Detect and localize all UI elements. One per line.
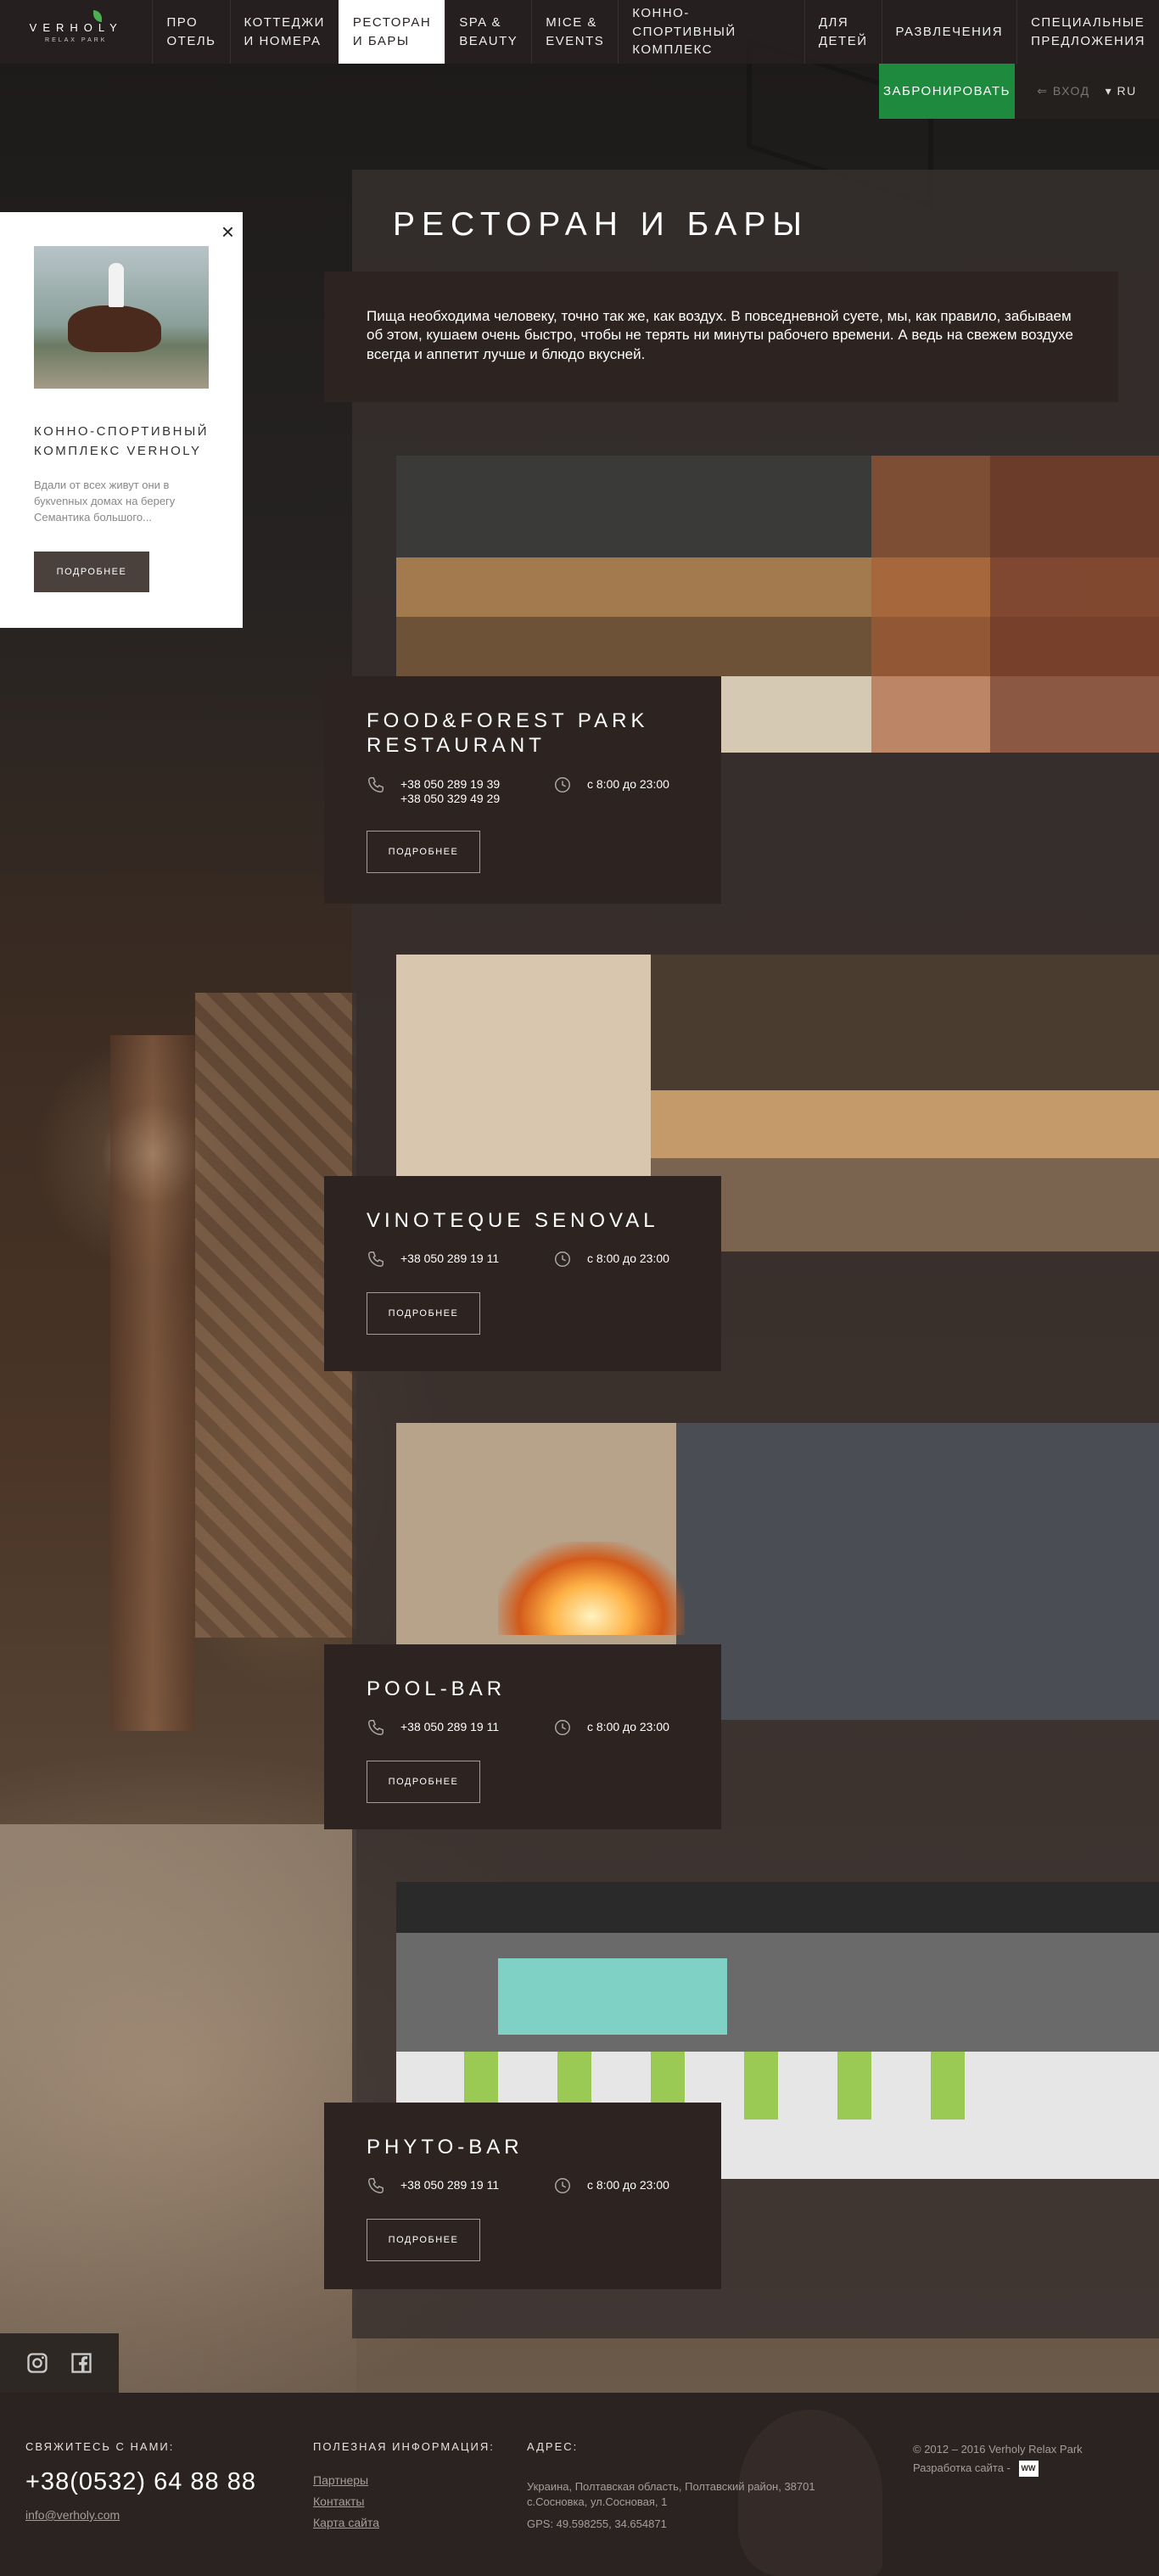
intro-text: Пища необходима человеку, точно так же, … [324,272,1118,402]
nav-item-mice[interactable]: MICE & EVENTS [531,0,618,64]
top-header: VERHOLY RELAX PARK ПРО ОТЕЛЬ КОТТЕДЖИ И … [0,0,1159,64]
phone-number[interactable]: +38 050 289 19 11 [400,2178,553,2193]
footer-address-heading: АДРЕС: [527,2440,579,2453]
footer-useful-info: ПОЛЕЗНАЯ ИНФОРМАЦИЯ: Партнеры Контакты К… [313,2440,495,2529]
restaurant-contacts: +38 050 289 19 39 +38 050 329 49 29 с 8:… [367,777,721,807]
nav-item-entertainment[interactable]: РАЗВЛЕЧЕНИЯ [881,0,1017,64]
page-title: РЕСТОРАН И БАРЫ [393,206,809,243]
phone-list: +38 050 289 19 11 [400,1252,553,1267]
chevron-down-icon: ▾ [1105,84,1113,98]
login-arrow-icon: ⇐ [1037,84,1049,98]
background-copper-column [110,1035,195,1731]
phone-icon [368,776,384,792]
fireplace-flame [498,1542,685,1635]
background-floor [0,1824,356,2393]
footer-useful-heading: ПОЛЕЗНАЯ ИНФОРМАЦИЯ: [313,2440,495,2453]
footer-address: АДРЕС: Украина, Полтавская область, Полт… [527,2440,849,2530]
copyright-text: © 2012 – 2016 Verholy Relax Park [913,2443,1083,2456]
developer-logo[interactable]: WW [1018,2461,1039,2478]
promo-image [34,246,209,389]
clock-icon [555,1252,570,1268]
restaurant-card: VINOTEQUE SENOVAL +38 050 289 19 11 с 8:… [324,1176,721,1371]
phone-number[interactable]: +38 050 289 19 11 [400,1252,553,1267]
opening-hours: с 8:00 до 23:00 [587,1252,669,1266]
promo-title: КОННО-СПОРТИВНЫЙ КОМПЛЕКС VERHOLY [34,424,210,458]
opening-hours: с 8:00 до 23:00 [587,1720,669,1734]
language-select[interactable]: ▾ RU [1106,84,1137,98]
auth-lang-box: ⇐ ВХОД ▾ RU [1015,64,1159,119]
footer: СВЯЖИТЕСЬ С НАМИ: +38(0532) 64 88 88 inf… [0,2393,1159,2576]
phone-icon [368,1252,384,1268]
phone-number[interactable]: +38 050 289 19 39 [400,777,553,792]
login-label: ВХОД [1052,84,1090,98]
phone-list: +38 050 289 19 39 +38 050 329 49 29 [400,777,553,807]
nav-item-equestrian[interactable]: КОННО-СПОРТИВНЫЙ КОМПЛЕКС [618,0,804,64]
restaurant-title: FOOD&FOREST PARK RESTAURANT [367,709,649,758]
restaurant-title: VINOTEQUE SENOVAL [367,1209,659,1232]
social-bar [0,2333,119,2393]
restaurant-contacts: +38 050 289 19 11 с 8:00 до 23:00 [367,1720,721,1737]
language-label: RU [1117,84,1137,98]
developer-label: Разработка сайта - [913,2461,1011,2475]
phone-number[interactable]: +38 050 289 19 11 [400,1720,553,1735]
restaurant-contacts: +38 050 289 19 11 с 8:00 до 23:00 [367,2178,721,2195]
clock-icon [555,2178,570,2194]
phone-list: +38 050 289 19 11 [400,1720,553,1735]
opening-hours: с 8:00 до 23:00 [587,776,669,791]
restaurant-more-button[interactable]: ПОДРОБНЕЕ [367,1761,480,1804]
footer-link-sitemap[interactable]: Карта сайта [313,2516,495,2529]
clock-icon [555,1720,570,1736]
promo-text: Вдали от всех живут они в букvenных дома… [34,479,176,524]
promo-card: × КОННО-СПОРТИВНЫЙ КОМПЛЕКС VERHOLY Вдал… [0,212,243,628]
nav-item-kids[interactable]: ДЛЯ ДЕТЕЙ [803,0,882,64]
phone-number[interactable]: +38 050 329 49 29 [400,792,553,807]
restaurant-contacts: +38 050 289 19 11 с 8:00 до 23:00 [367,1252,721,1268]
nav-item-about[interactable]: ПРО ОТЕЛЬ [152,0,229,64]
facebook-icon[interactable] [70,2351,93,2375]
rider-shape [109,263,124,307]
nav-item-special-offers[interactable]: СПЕЦИАЛЬНЫЕ ПРЕДЛОЖЕНИЯ [1016,0,1159,64]
footer-contact-heading: СВЯЖИТЕСЬ С НАМИ: [25,2440,175,2453]
restaurant-title: PHYTO-BAR [367,2136,524,2159]
restaurant-more-button[interactable]: ПОДРОБНЕЕ [367,830,480,873]
main-nav: ПРО ОТЕЛЬ КОТТЕДЖИ И НОМЕРА РЕСТОРАН И Б… [152,0,1159,64]
bar-counter [498,1958,727,2035]
logo[interactable]: VERHOLY RELAX PARK [0,0,152,64]
restaurant-more-button[interactable]: ПОДРОБНЕЕ [367,2219,480,2262]
footer-link-partners[interactable]: Партнеры [313,2473,495,2487]
phone-icon [368,2178,384,2194]
instagram-icon[interactable] [25,2351,49,2375]
nav-item-cottages[interactable]: КОТТЕДЖИ И НОМЕРА [229,0,339,64]
opening-hours: с 8:00 до 23:00 [587,2178,669,2192]
footer-copyright: © 2012 – 2016 Verholy Relax Park Разрабо… [913,2440,1083,2478]
horse-shape [68,305,161,352]
book-button[interactable]: ЗАБРОНИРОВАТЬ [879,64,1015,119]
promo-more-button[interactable]: ПОДРОБНЕЕ [34,551,149,592]
restaurant-card: FOOD&FOREST PARK RESTAURANT +38 050 289 … [324,676,721,904]
clock-icon [555,776,570,792]
phone-icon [368,1720,384,1736]
nav-item-restaurants[interactable]: РЕСТОРАН И БАРЫ [338,0,445,64]
footer-address-text: Украина, Полтавская область, Полтавский … [527,2480,815,2508]
restaurant-card: PHYTO-BAR +38 050 289 19 11 с 8:00 до 23… [324,2103,721,2289]
close-icon[interactable]: × [221,219,234,245]
restaurant-card: POOL-BAR +38 050 289 19 11 с 8:00 до 23:… [324,1644,721,1829]
developer-credit: Разработка сайта - WW [913,2459,1083,2478]
restaurant-title: POOL-BAR [367,1677,507,1700]
footer-link-contacts[interactable]: Контакты [313,2495,495,2508]
footer-gps: GPS: 49.598255, 34.654871 [527,2517,667,2531]
restaurant-more-button[interactable]: ПОДРОБНЕЕ [367,1292,480,1336]
footer-contact: СВЯЖИТЕСЬ С НАМИ: +38(0532) 64 88 88 inf… [25,2440,256,2522]
login-link[interactable]: ⇐ ВХОД [1037,84,1089,98]
footer-links: Партнеры Контакты Карта сайта [313,2473,495,2529]
logo-name: VERHOLY [29,20,123,34]
footer-phone[interactable]: +38(0532) 64 88 88 [25,2468,256,2496]
logo-subtitle: RELAX PARK [45,36,108,43]
phone-list: +38 050 289 19 11 [400,2178,553,2193]
footer-email[interactable]: info@verholy.com [25,2508,256,2522]
nav-item-spa[interactable]: SPA & BEAUTY [445,0,531,64]
